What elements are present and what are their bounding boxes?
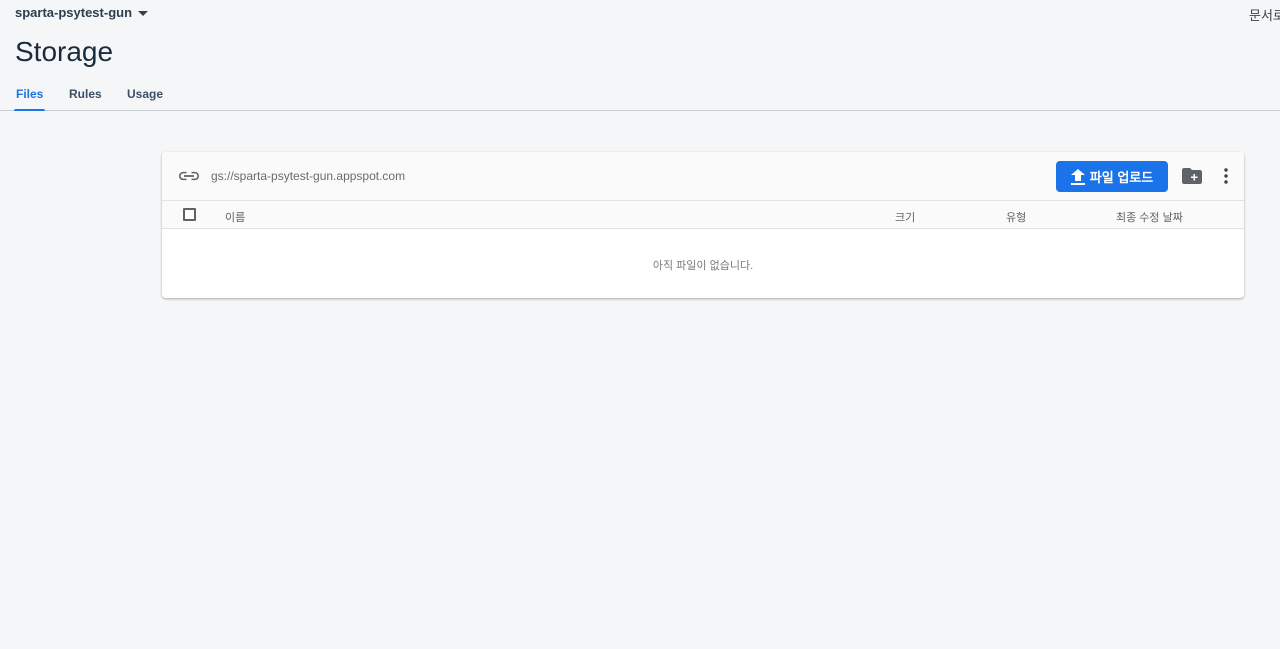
page-title: Storage bbox=[15, 36, 114, 67]
chevron-down-icon bbox=[138, 11, 149, 16]
upload-file-label: 파일 업로드 bbox=[1089, 170, 1154, 185]
more-vert-icon[interactable] bbox=[1220, 167, 1232, 185]
select-all-checkbox[interactable] bbox=[183, 208, 196, 221]
tab-rules[interactable]: Rules bbox=[69, 87, 102, 110]
project-switcher[interactable]: sparta-psytest-gun bbox=[15, 5, 149, 20]
empty-state-message: 아직 파일이 없습니다. bbox=[652, 260, 754, 272]
file-table-header: 이름 크기 유형 최종 수정 날짜 bbox=[162, 201, 1244, 229]
column-name-header[interactable]: 이름 bbox=[225, 209, 245, 225]
tab-usage[interactable]: Usage bbox=[127, 87, 163, 110]
column-size-header[interactable]: 크기 bbox=[895, 209, 915, 225]
tab-bar: Files Rules Usage bbox=[0, 80, 1280, 111]
upload-icon bbox=[1070, 168, 1085, 185]
new-folder-icon[interactable] bbox=[1182, 167, 1202, 185]
bucket-header: gs://sparta-psytest-gun.appspot.com 파일 업… bbox=[162, 152, 1244, 201]
top-bar: sparta-psytest-gun 문서로 bbox=[0, 0, 1280, 28]
upload-file-button[interactable]: 파일 업로드 bbox=[1056, 161, 1168, 192]
column-type-header[interactable]: 유형 bbox=[1006, 209, 1026, 225]
tab-files[interactable]: Files bbox=[13, 87, 46, 111]
project-name: sparta-psytest-gun bbox=[15, 5, 133, 20]
column-modified-header[interactable]: 최종 수정 날짜 bbox=[1116, 209, 1183, 225]
docs-link[interactable]: 문서로 bbox=[1249, 5, 1280, 24]
bucket-path: gs://sparta-psytest-gun.appspot.com bbox=[211, 169, 406, 183]
storage-browser-card: gs://sparta-psytest-gun.appspot.com 파일 업… bbox=[162, 152, 1244, 298]
link-icon[interactable] bbox=[179, 168, 199, 184]
